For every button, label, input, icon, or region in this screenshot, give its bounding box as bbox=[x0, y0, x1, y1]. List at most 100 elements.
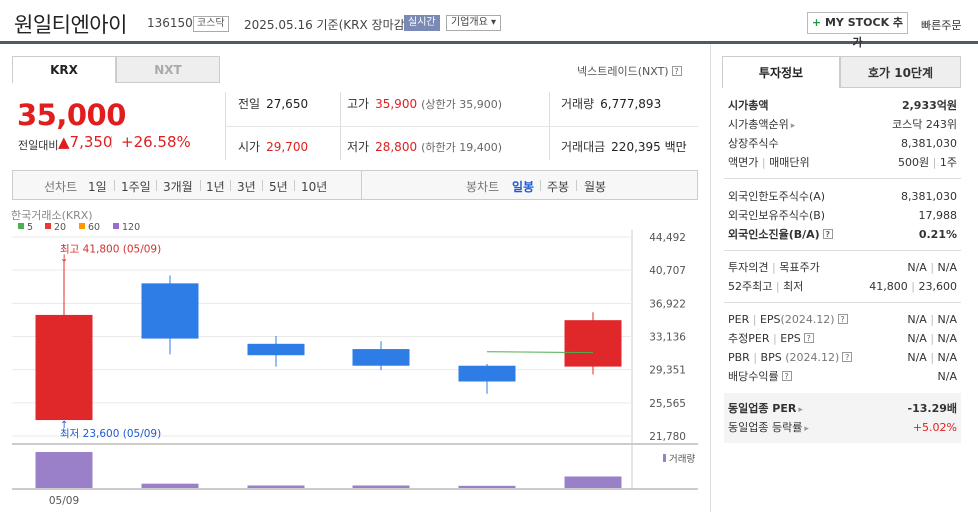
candle-weekly[interactable]: 주봉 bbox=[547, 178, 569, 195]
stock-code: 136150 bbox=[147, 16, 193, 30]
divider: | bbox=[932, 156, 937, 169]
legend-swatch bbox=[113, 223, 119, 229]
market-badge: 코스닥 bbox=[193, 16, 229, 32]
row-foreign-hold: 외국인보유주식수(B) 17,988 bbox=[724, 206, 961, 225]
row-label: 외국인보유주식수(B) bbox=[728, 209, 826, 222]
section-market-cap: 시가총액 2,933억원 시가총액순위 ▸ 코스닥 243위 상장주식수 8,381,0… bbox=[724, 96, 961, 172]
row-foreign-limit: 외국인한도주식수(A) 8,381,030 bbox=[724, 187, 961, 206]
divider: | bbox=[761, 156, 766, 169]
row-label: 추정PER | EPS? bbox=[728, 329, 814, 348]
row-shares: 상장주식수 8,381,030 bbox=[724, 134, 961, 153]
legend-swatch bbox=[79, 223, 85, 229]
candle-body bbox=[458, 365, 516, 382]
legend-swatch bbox=[45, 223, 51, 229]
help-icon[interactable]: ? bbox=[842, 352, 853, 362]
candle-body bbox=[564, 320, 622, 367]
row-label-text: 추정PER bbox=[728, 332, 770, 345]
row-label-text: PBR bbox=[728, 351, 750, 364]
chevron-right-icon: ▸ bbox=[804, 424, 809, 434]
candle-monthly[interactable]: 월봉 bbox=[584, 178, 606, 195]
period-1d[interactable]: 1일 bbox=[88, 178, 107, 195]
row-label: PER | EPS(2024.12)? bbox=[728, 310, 848, 329]
divider: | bbox=[771, 261, 776, 274]
chevron-down-icon: ▾ bbox=[491, 17, 497, 28]
section-foreign: 외국인한도주식수(A) 8,381,030 외국인보유주식수(B) 17,988 외… bbox=[724, 187, 961, 244]
row-value: 17,988 bbox=[918, 209, 958, 222]
nxt-link[interactable]: 넥스트레이드(NXT)? bbox=[577, 63, 682, 79]
divider bbox=[230, 180, 231, 191]
add-mystock-button[interactable]: + MY STOCK 추가 bbox=[807, 12, 908, 49]
row-label: 52주최고 | 최저 bbox=[728, 277, 803, 296]
quote-label: 시가 bbox=[238, 140, 261, 154]
divider bbox=[114, 180, 115, 191]
row-label: 액면가 | 매매단위 bbox=[728, 153, 810, 172]
y-tick-label: 44,492 bbox=[649, 232, 686, 244]
help-icon[interactable]: ? bbox=[671, 66, 682, 76]
row-label: 시가총액 bbox=[728, 99, 769, 112]
period-3y[interactable]: 3년 bbox=[237, 178, 256, 195]
quote-low: 저가 28,800 (하한가 19,400) bbox=[347, 138, 502, 155]
row-label-text: 시가총액순위 bbox=[728, 118, 789, 131]
row-sector-per[interactable]: 동일업종 PER ▸ -13.29배 bbox=[724, 399, 961, 418]
row-date: (2024.12) bbox=[780, 313, 835, 326]
quote-volume: 거래량 6,777,893 bbox=[561, 95, 661, 112]
change-percent: +26.58% bbox=[121, 133, 191, 151]
help-icon[interactable]: ? bbox=[803, 333, 814, 343]
row-cap-rank[interactable]: 시가총액순위 ▸ 코스닥 243위 bbox=[724, 115, 961, 134]
row-value: 2,933억원 bbox=[901, 99, 957, 112]
row-value: 8,381,030 bbox=[901, 137, 957, 150]
x-tick-label: 05/09 bbox=[49, 495, 79, 507]
company-info-dropdown[interactable]: 기업개요 ▾ bbox=[446, 15, 502, 31]
legend-label: 5 bbox=[27, 222, 33, 233]
row-value-text: N/A bbox=[937, 351, 957, 364]
row-value-text: 41,800 bbox=[869, 280, 908, 293]
upper-limit: (상한가 35,900) bbox=[421, 98, 503, 111]
investment-info-panel: 투자정보 호가 10단계 시가총액 2,933억원 시가총액순위 ▸ 코스닥 243위… bbox=[710, 44, 978, 512]
period-1w[interactable]: 1주일 bbox=[121, 178, 151, 195]
divider bbox=[724, 302, 961, 303]
row-sector-rate[interactable]: 동일업종 등락률 ▸ +5.02% bbox=[724, 418, 961, 437]
help-icon[interactable]: ? bbox=[837, 314, 848, 324]
help-icon[interactable]: ? bbox=[781, 371, 792, 381]
row-value: N/A | N/A bbox=[907, 310, 957, 329]
tab-orderbook[interactable]: 호가 10단계 bbox=[840, 56, 961, 88]
change-amount: ▲7,350 bbox=[58, 133, 113, 151]
row-label: 외국인소진율(B/A)? bbox=[728, 225, 833, 244]
quote-label: 저가 bbox=[347, 140, 370, 154]
row-label-text: 52주최고 bbox=[728, 280, 773, 293]
volume-label: 거래량 bbox=[669, 453, 695, 465]
tab-investment-info[interactable]: 투자정보 bbox=[722, 56, 840, 88]
y-tick-label: 36,922 bbox=[649, 298, 686, 310]
quick-order-link[interactable]: 빠른주문 bbox=[921, 17, 961, 33]
row-value: 41,800 | 23,600 bbox=[869, 277, 957, 296]
price-chart[interactable]: 44,492 40,707 36,922 33,136 29,351 25,565 21,7… bbox=[0, 200, 710, 512]
period-10y[interactable]: 10년 bbox=[301, 178, 327, 195]
row-value: N/A | N/A bbox=[907, 258, 957, 277]
row-value-text: 500원 bbox=[898, 156, 930, 169]
period-1y[interactable]: 1년 bbox=[206, 178, 225, 195]
period-3m[interactable]: 3개월 bbox=[163, 178, 193, 195]
quote-amount: 거래대금 220,395 백만 bbox=[561, 138, 687, 155]
quote-value: 29,700 bbox=[266, 140, 309, 154]
row-label-text: BPS bbox=[760, 351, 782, 364]
row-pbr-bps: PBR | BPS (2024.12)? N/A | N/A bbox=[724, 348, 961, 367]
row-value: N/A | N/A bbox=[907, 329, 957, 348]
row-label-text: 최저 bbox=[783, 280, 804, 293]
divider bbox=[200, 180, 201, 191]
tab-krx[interactable]: KRX bbox=[12, 56, 116, 83]
chevron-right-icon: ▸ bbox=[798, 405, 803, 415]
tab-nxt[interactable]: NXT bbox=[116, 56, 220, 83]
divider: | bbox=[752, 313, 757, 326]
row-face-value: 액면가 | 매매단위 500원 | 1주 bbox=[724, 153, 961, 172]
period-5y[interactable]: 5년 bbox=[269, 178, 288, 195]
candle-daily[interactable]: 일봉 bbox=[512, 178, 534, 195]
row-value: +5.02% bbox=[912, 421, 957, 434]
y-tick-label: 33,136 bbox=[649, 332, 686, 344]
divider: | bbox=[930, 261, 935, 274]
row-value-text: N/A bbox=[907, 332, 927, 345]
help-icon[interactable]: ? bbox=[822, 229, 833, 239]
row-label-text: 외국인소진율(B/A) bbox=[728, 228, 820, 241]
realtime-button[interactable]: 실시간 bbox=[404, 15, 440, 31]
legend-label: 60 bbox=[88, 222, 100, 233]
row-per-eps: PER | EPS(2024.12)? N/A | N/A bbox=[724, 310, 961, 329]
